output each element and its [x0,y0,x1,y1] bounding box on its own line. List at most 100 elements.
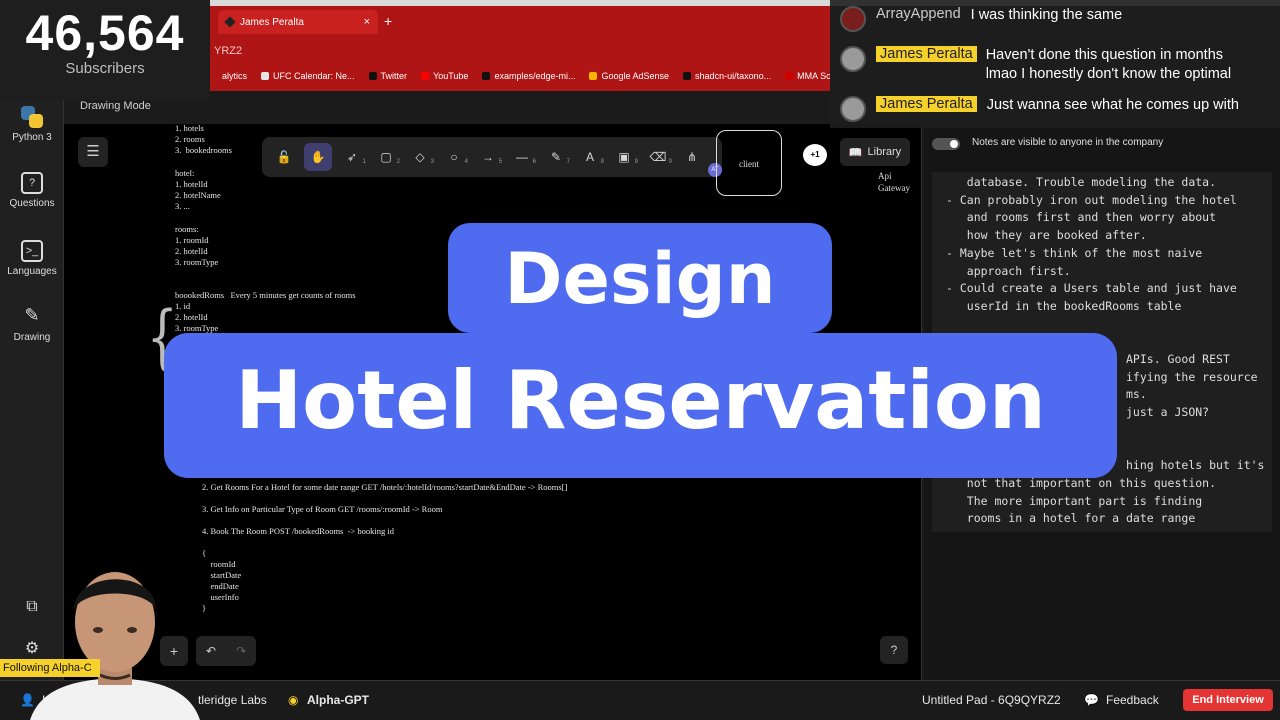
browser-tab[interactable]: James Peralta × [218,10,378,34]
library-button[interactable]: 📖 Library [840,138,910,166]
alpha-gpt-label[interactable]: Alpha-GPT [307,693,369,707]
arrow-tool-icon: → [482,150,494,164]
lock-tool-icon: 🔓 [276,150,292,164]
bookmark-item[interactable]: examples/edge-mi... [482,71,575,81]
shortcut-key: 3 [430,159,434,165]
help-icon[interactable]: ? [880,636,908,664]
lock-tool[interactable]: 🔓 [270,143,298,171]
text-tool-icon: A [585,150,594,164]
rectangle-tool-icon: ▢ [380,150,392,164]
bookmark-item[interactable]: Twitter [368,71,408,81]
bookmark-label: MMA Schedule - [797,71,830,81]
sidebar-item-label: Drawing [13,332,51,343]
chat-text: Haven't done this question in months lma… [985,47,1232,82]
feedback-button[interactable]: Feedback [1106,693,1159,707]
eraser-tool[interactable]: ⌫ 0 [644,143,672,171]
bookmark-item[interactable]: alytics [210,71,247,81]
book-icon: 📖 [848,146,863,159]
sidebar-item-questions[interactable]: ? Questions [0,172,64,209]
hand-tool-icon: ✋ [310,150,326,164]
sidebar-item-drawing[interactable]: ✎ Drawing [0,306,64,343]
arrow-tool[interactable]: → 5 [474,143,502,171]
chat-username: James Peralta [876,46,977,62]
bookmark-label: Google AdSense [601,71,670,81]
redo-icon[interactable]: ↷ [236,644,246,658]
tab-favicon-icon [224,16,236,28]
shortcut-key: 5 [498,159,502,165]
bookmark-label: examples/edge-mi... [494,71,576,81]
chat-message: ArrayAppend I was thinking the same [840,6,1122,32]
chat-message: James Peralta Haven't done this question… [840,46,1231,84]
bookmark-label: alytics [222,71,248,81]
shapes-tool-icon: ⋔ [686,150,698,164]
undo-redo-group: ↶ ↷ [196,636,256,666]
chat-username: James Peralta [876,96,977,112]
new-tab-button[interactable]: + [384,13,392,29]
tab-close-icon[interactable]: × [364,16,370,28]
avatar [840,96,866,122]
bookmark-favicon-icon [683,72,692,80]
entities-note: 1. hotels 2. rooms 3. bookedrooms [175,123,232,155]
following-banner: Following Alpha-C [0,659,100,677]
select-tool-icon: ➶ [346,150,358,164]
api-gateway-label: Api Gateway [878,171,910,193]
shapes-tool[interactable]: ⋔ [678,143,706,171]
feedback-icon: 💬 [1084,693,1099,707]
drawing-toolbar: 🔓 ✋ ➶ 1 ▢ 2 ◇ 3 ○ 4 → 5—6 ✎ 7 A 8 ▣ 9 ⌫ 0 ⋔ [262,137,722,177]
api-endpoints-note: 2. Get Rooms For a Hotel for some date r… [202,482,568,613]
shortcut-key: 6 [532,159,536,165]
tab-title: James Peralta [240,16,304,28]
bookmark-label: UFC Calendar: Ne... [273,71,355,81]
bookmark-label: YouTube [433,71,469,81]
line-tool-icon: — [516,150,528,164]
client-shape[interactable]: client [716,130,782,196]
sidebar-item-python[interactable]: Python 3 [0,106,64,143]
rooms-note: rooms: 1. roomId 2. hotelId 3. roomType [175,224,219,267]
bookmark-favicon-icon [368,72,377,80]
rectangle-tool[interactable]: ▢ 2 [372,143,400,171]
bookmark-favicon-icon [421,72,430,80]
subscriber-label: Subscribers [65,60,145,77]
pencil-tool[interactable]: ✎ 7 [542,143,570,171]
webcam-feed [30,572,200,720]
video-subtitle: Hotel Reservation [164,333,1117,478]
bookmark-favicon-icon [482,72,491,80]
bookmark-item[interactable]: UFC Calendar: Ne... [261,71,355,81]
chat-username: ArrayAppend [876,6,961,22]
collaborators-count[interactable]: +1 [803,144,827,166]
end-interview-button[interactable]: End Interview [1183,689,1273,711]
shortcut-key: 1 [362,159,366,165]
bookmark-label: Twitter [380,71,408,81]
menu-icon[interactable]: ☰ [78,137,108,167]
bookmarks-bar: alytics UFC Calendar: Ne... Twitter YouTube… [210,66,830,86]
shortcut-key: 2 [396,159,400,165]
bookmark-item[interactable]: shadcn-ui/taxono... [683,71,771,81]
chat-overlay: ArrayAppend I was thinking the same Jame… [830,0,1280,128]
bookmark-item[interactable]: YouTube [421,71,468,81]
chat-message: James Peralta Just wanna see what he com… [840,96,1239,122]
bookmark-item[interactable]: MMA Schedule - [785,71,830,81]
subscriber-badge: 46,564 Subscribers [0,0,210,100]
eraser-tool-icon: ⌫ [649,150,667,164]
ellipse-tool-icon: ○ [450,150,458,164]
bookmark-favicon-icon [785,72,794,80]
avatar [840,6,866,32]
notes-visibility-toggle[interactable] [932,138,960,150]
select-tool[interactable]: ➶ 1 [338,143,366,171]
undo-icon[interactable]: ↶ [206,644,216,658]
shortcut-key: 4 [464,159,468,165]
text-tool[interactable]: A8 [576,143,604,171]
sidebar-item-languages[interactable]: >_ Languages [0,240,64,277]
ellipse-tool[interactable]: ○ 4 [440,143,468,171]
image-tool[interactable]: ▣ 9 [610,143,638,171]
sidebar-item-label: Python 3 [12,132,52,143]
diamond-tool-icon: ◇ [415,150,425,164]
address-bar[interactable]: YRZ2 [210,40,830,62]
line-tool[interactable]: —6 [508,143,536,171]
bookmark-item[interactable]: Google AdSense [589,71,669,81]
diamond-tool[interactable]: ◇ 3 [406,143,434,171]
sidebar-item-label: Questions [9,198,55,209]
bookmark-favicon-icon [261,72,270,80]
hand-tool[interactable]: ✋ [304,143,332,171]
hotel-note: hotel: 1. hotelId 2. hotelName 3. ... [175,168,221,211]
